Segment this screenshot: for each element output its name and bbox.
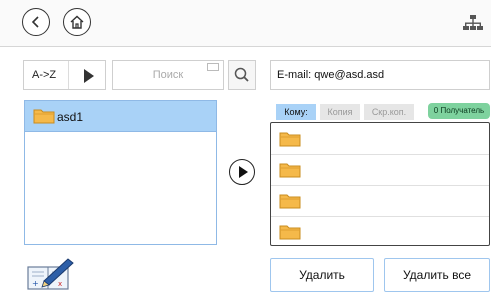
svg-text:x: x: [58, 280, 62, 288]
address-list[interactable]: asd1: [24, 100, 217, 245]
recipient-row[interactable]: [271, 154, 489, 186]
folder-icon: [279, 194, 301, 209]
svg-text:+: +: [32, 279, 39, 288]
recipient-row[interactable]: [271, 185, 489, 217]
back-button[interactable]: [22, 8, 50, 36]
tab-cc[interactable]: Копия: [320, 104, 360, 120]
search-input[interactable]: Поиск: [112, 60, 224, 90]
back-chevron-icon: [31, 16, 39, 28]
sort-label: A->Z: [32, 69, 57, 81]
network-icon[interactable]: [463, 14, 483, 32]
recipient-list[interactable]: [270, 122, 490, 246]
search-placeholder: Поиск: [152, 69, 184, 81]
folder-icon: [279, 132, 301, 147]
folder-icon: [279, 225, 301, 240]
home-icon: [70, 15, 84, 29]
tab-to[interactable]: Кому:: [276, 104, 316, 120]
tab-bcc[interactable]: Скр.коп.: [364, 104, 414, 120]
search-icon: [234, 67, 249, 82]
search-button[interactable]: [228, 60, 256, 90]
play-icon[interactable]: [84, 69, 94, 83]
recipient-count-badge: 0 Получатель: [428, 103, 490, 119]
keyboard-icon: [207, 63, 219, 71]
top-toolbar: [0, 0, 491, 47]
delete-all-button[interactable]: Удалить все: [384, 258, 490, 292]
sort-toggle[interactable]: A->Z: [23, 60, 106, 90]
add-recipient-button[interactable]: [229, 159, 255, 185]
recipient-row[interactable]: [271, 123, 489, 155]
home-button[interactable]: [63, 8, 91, 36]
list-item[interactable]: asd1: [25, 101, 216, 132]
delete-button[interactable]: Удалить: [270, 258, 374, 292]
folder-icon: [279, 163, 301, 178]
email-field[interactable]: E-mail: qwe@asd.asd: [270, 60, 490, 90]
folder-icon: [33, 109, 55, 124]
recipient-row[interactable]: [271, 216, 489, 245]
address-book-edit-icon[interactable]: + x: [26, 257, 76, 293]
divider: [68, 61, 69, 89]
list-item-label: asd1: [57, 110, 84, 124]
